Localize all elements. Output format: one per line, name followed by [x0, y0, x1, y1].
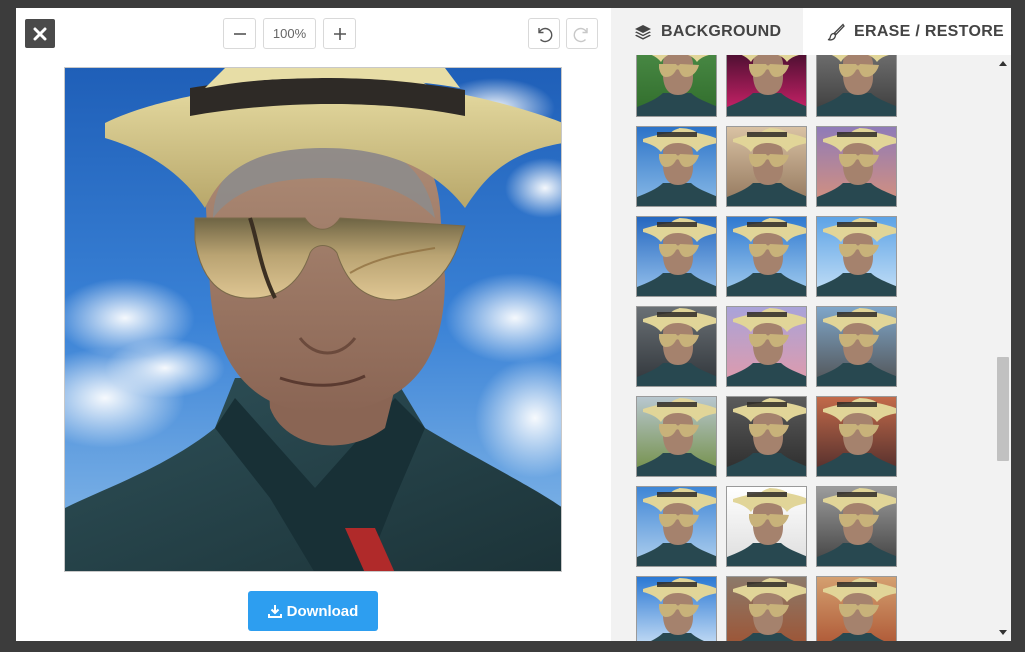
- background-thumb-blue-sky-3[interactable]: [726, 216, 807, 297]
- thumb-preview: [727, 217, 806, 296]
- redo-icon: [573, 27, 588, 42]
- background-thumb-silver-arch[interactable]: [816, 486, 897, 567]
- panel-scrollbar[interactable]: [995, 55, 1011, 641]
- thumb-preview: [727, 307, 806, 386]
- thumb-preview: [637, 127, 716, 206]
- tab-background[interactable]: BACKGROUND: [611, 8, 803, 55]
- background-thumb-highway-mountains[interactable]: [816, 306, 897, 387]
- background-thumb-neon-lights[interactable]: [726, 55, 807, 117]
- thumb-preview: [817, 55, 896, 116]
- background-thumb-clouds-blue[interactable]: [636, 486, 717, 567]
- tab-background-label: BACKGROUND: [661, 22, 782, 40]
- thumb-preview: [817, 127, 896, 206]
- edited-photo[interactable]: [64, 67, 562, 572]
- zoom-in-button[interactable]: [323, 18, 356, 49]
- redo-button[interactable]: [566, 18, 598, 49]
- background-thumb-dark-room[interactable]: [726, 396, 807, 477]
- background-thumb-beach-palm[interactable]: [636, 55, 717, 117]
- plus-icon: [333, 27, 346, 40]
- background-thumb-green-fields[interactable]: [636, 396, 717, 477]
- background-thumb-wooden-wall[interactable]: [726, 126, 807, 207]
- background-thumb-purple-sunset[interactable]: [816, 126, 897, 207]
- thumb-preview: [817, 487, 896, 566]
- thumb-preview: [817, 217, 896, 296]
- zoom-level-display: 100%: [263, 18, 316, 49]
- thumb-preview: [817, 307, 896, 386]
- close-icon: [33, 27, 47, 40]
- thumb-preview: [637, 55, 716, 116]
- background-grid: [611, 55, 995, 641]
- thumb-preview: [637, 217, 716, 296]
- background-thumb-dark-gray[interactable]: [816, 55, 897, 117]
- background-thumb-city-building[interactable]: [636, 306, 717, 387]
- thumb-preview: [727, 487, 806, 566]
- scroll-up-arrow-icon[interactable]: [999, 61, 1007, 66]
- background-thumb-bright-clouds[interactable]: [636, 576, 717, 641]
- background-thumb-pink-twilight[interactable]: [726, 306, 807, 387]
- background-thumb-blue-sky-2[interactable]: [636, 216, 717, 297]
- background-thumb-blue-sky[interactable]: [636, 126, 717, 207]
- background-thumb-light-sky[interactable]: [816, 216, 897, 297]
- download-icon: [267, 605, 282, 618]
- scroll-down-arrow-icon[interactable]: [999, 630, 1007, 635]
- thumb-preview: [637, 487, 716, 566]
- layers-icon: [635, 24, 651, 40]
- tab-erase-label: ERASE / RESTORE: [854, 22, 1005, 40]
- editor-pane: 100% Download: [16, 8, 611, 641]
- download-label: Download: [286, 602, 359, 620]
- undo-icon: [538, 27, 553, 42]
- thumb-preview: [817, 397, 896, 476]
- download-button[interactable]: Download: [248, 591, 378, 631]
- background-thumb-desert-road[interactable]: [816, 576, 897, 641]
- undo-button[interactable]: [528, 18, 560, 49]
- thumb-preview: [727, 55, 806, 116]
- side-panel: BACKGROUND ERASE / RESTORE: [611, 8, 1011, 641]
- thumb-preview: [637, 307, 716, 386]
- thumb-preview: [817, 577, 896, 641]
- minus-icon: [233, 32, 246, 35]
- panel-tabs: BACKGROUND ERASE / RESTORE: [611, 8, 1011, 55]
- thumb-preview: [727, 127, 806, 206]
- close-button[interactable]: [25, 19, 55, 48]
- tab-erase-restore[interactable]: ERASE / RESTORE: [803, 8, 1011, 55]
- thumb-preview: [637, 397, 716, 476]
- background-thumb-white-studio[interactable]: [726, 486, 807, 567]
- thumb-preview: [727, 577, 806, 641]
- background-thumb-orange-sunset[interactable]: [816, 396, 897, 477]
- editor-modal: 100% Download BACKGROUND ERASE / RESTORE: [16, 8, 1011, 641]
- zoom-out-button[interactable]: [223, 18, 256, 49]
- background-thumb-brick-street[interactable]: [726, 576, 807, 641]
- scrollbar-thumb[interactable]: [997, 357, 1009, 461]
- thumb-preview: [727, 397, 806, 476]
- thumb-preview: [637, 577, 716, 641]
- photo-illustration: [65, 68, 561, 571]
- brush-icon: [827, 22, 845, 41]
